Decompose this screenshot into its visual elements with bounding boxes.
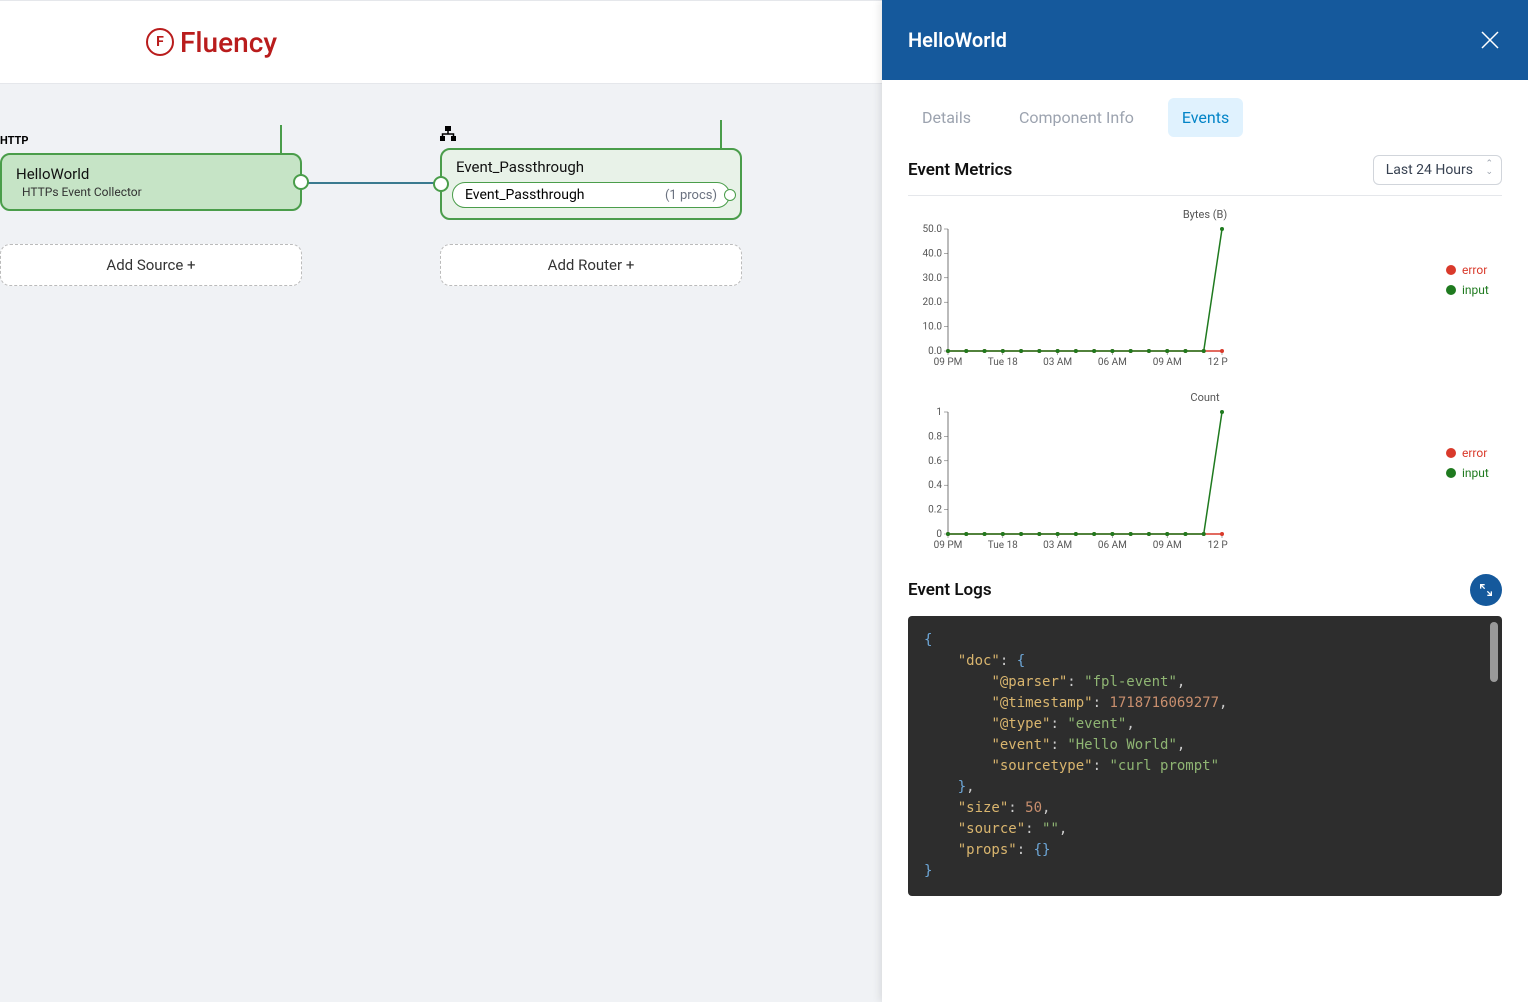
node-source[interactable]: HTTP HelloWorld HTTPs Event Collector xyxy=(0,134,302,211)
svg-text:12 PM: 12 PM xyxy=(1208,357,1228,368)
chart-legend-1: error input xyxy=(1446,406,1502,486)
svg-text:06 AM: 06 AM xyxy=(1098,540,1127,551)
chart-legend-0: error input xyxy=(1446,223,1502,303)
add-router-label: Add Router + xyxy=(548,256,635,274)
chart-title-1: Count xyxy=(908,391,1502,404)
router-proc-out-port[interactable] xyxy=(724,189,736,201)
sitemap-icon xyxy=(440,126,456,142)
close-icon[interactable] xyxy=(1478,28,1502,52)
svg-text:10.0: 10.0 xyxy=(923,322,943,333)
time-range-dropdown[interactable]: Last 24 Hours ⌃⌄ xyxy=(1373,155,1502,185)
node-source-tag: HTTP xyxy=(0,134,302,147)
chart-title-0: Bytes (B) xyxy=(908,208,1502,221)
svg-text:30.0: 30.0 xyxy=(923,273,943,284)
svg-text:1: 1 xyxy=(936,407,942,418)
svg-text:20.0: 20.0 xyxy=(923,297,943,308)
add-router-button[interactable]: Add Router + xyxy=(440,244,742,286)
event-log-json[interactable]: { "doc": { "@parser": "fpl-event", "@tim… xyxy=(908,616,1502,896)
svg-text:03 AM: 03 AM xyxy=(1043,540,1072,551)
chevron-updown-icon: ⌃⌄ xyxy=(1485,160,1493,176)
logo[interactable]: F Fluency xyxy=(146,26,277,59)
node-source-out-port[interactable] xyxy=(293,174,309,190)
svg-text:0: 0 xyxy=(936,529,942,540)
router-inner-label: Event_Passthrough xyxy=(465,187,585,203)
svg-text:50.0: 50.0 xyxy=(923,224,943,235)
node-router-in-port[interactable] xyxy=(433,176,449,192)
time-range-value: Last 24 Hours xyxy=(1386,162,1473,178)
node-source-subtitle: HTTPs Event Collector xyxy=(22,185,286,199)
tab-events[interactable]: Events xyxy=(1168,98,1243,137)
divider xyxy=(908,195,1502,196)
chart-0: 0.0 10.0 20.0 30.0 40.0 50.0 09 PM Tue 18 03 AM 0… xyxy=(908,223,1228,373)
legend-item-error[interactable]: error xyxy=(1446,446,1502,460)
svg-text:06 AM: 06 AM xyxy=(1098,357,1127,368)
legend-item-input[interactable]: input xyxy=(1446,283,1502,297)
chart-wrap-0: Bytes (B) 0.0 10.0 20.0 30.0 40.0 50.0 09 PM Tu… xyxy=(908,208,1502,373)
chart-wrap-1: Count 0 0.2 0.4 0.6 0.8 1 09 PM Tue 18 03 AM 06 A… xyxy=(908,391,1502,556)
code-scrollbar[interactable] xyxy=(1490,622,1498,682)
svg-text:03 AM: 03 AM xyxy=(1043,357,1072,368)
router-procs-label: (1 procs) xyxy=(665,188,717,203)
svg-text:09 PM: 09 PM xyxy=(934,540,963,551)
panel-tabs: Details Component Info Events xyxy=(882,80,1528,137)
panel-header: HelloWorld xyxy=(882,0,1528,80)
svg-text:09 AM: 09 AM xyxy=(1153,357,1182,368)
event-logs-title: Event Logs xyxy=(908,580,992,600)
side-panel: HelloWorld Details Component Info Events… xyxy=(882,0,1528,1002)
tab-component-info[interactable]: Component Info xyxy=(1005,98,1148,137)
panel-body: Event Metrics Last 24 Hours ⌃⌄ Bytes (B)… xyxy=(882,137,1528,1002)
svg-text:0.2: 0.2 xyxy=(928,505,942,516)
legend-item-input[interactable]: input xyxy=(1446,466,1502,480)
edge-source-router xyxy=(302,182,440,184)
svg-text:Tue 18: Tue 18 xyxy=(988,540,1018,551)
chart-1: 0 0.2 0.4 0.6 0.8 1 09 PM Tue 18 03 AM 06 AM 09 AM… xyxy=(908,406,1228,556)
event-metrics-title: Event Metrics xyxy=(908,160,1012,180)
svg-text:09 PM: 09 PM xyxy=(934,357,963,368)
svg-text:Tue 18: Tue 18 xyxy=(988,357,1018,368)
legend-item-error[interactable]: error xyxy=(1446,263,1502,277)
expand-icon xyxy=(1478,582,1494,598)
svg-text:0.8: 0.8 xyxy=(928,431,942,442)
node-router-tag xyxy=(440,126,742,142)
svg-text:12 PM: 12 PM xyxy=(1208,540,1228,551)
node-router-proc[interactable]: Event_Passthrough (1 procs) xyxy=(452,182,730,208)
add-source-label: Add Source + xyxy=(106,256,195,274)
svg-text:40.0: 40.0 xyxy=(923,248,943,259)
svg-text:09 AM: 09 AM xyxy=(1153,540,1182,551)
node-router[interactable]: Event_Passthrough Event_Passthrough (1 p… xyxy=(440,126,742,220)
brand-text: Fluency xyxy=(180,26,277,59)
node-source-title: HelloWorld xyxy=(16,165,286,183)
tab-details[interactable]: Details xyxy=(908,98,985,137)
node-router-title: Event_Passthrough xyxy=(456,158,730,176)
svg-text:0.4: 0.4 xyxy=(928,480,942,491)
panel-title: HelloWorld xyxy=(908,28,1007,52)
logo-icon: F xyxy=(146,28,174,56)
svg-text:0.0: 0.0 xyxy=(928,346,942,357)
expand-logs-button[interactable] xyxy=(1470,574,1502,606)
svg-text:0.6: 0.6 xyxy=(928,456,942,467)
add-source-button[interactable]: Add Source + xyxy=(0,244,302,286)
